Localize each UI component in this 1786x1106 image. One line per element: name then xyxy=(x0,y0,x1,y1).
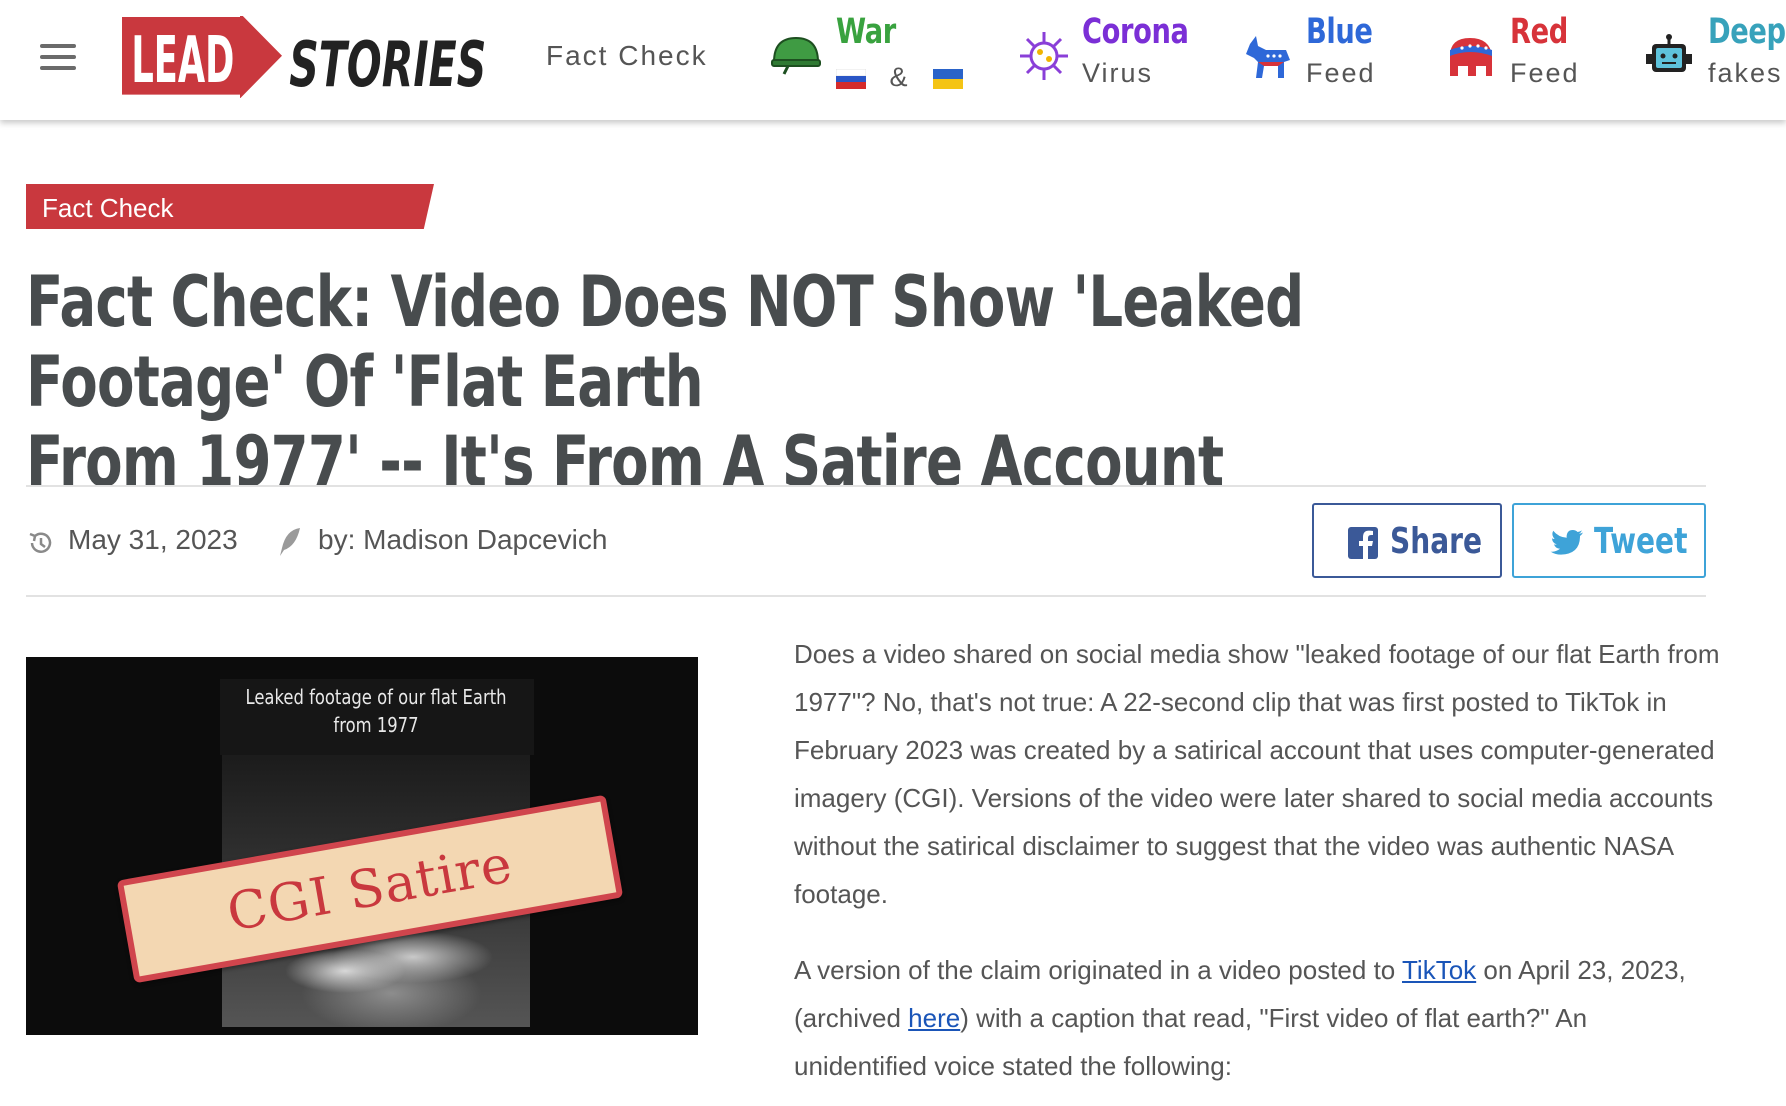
nav-deepfakes-sub: fakes xyxy=(1708,58,1783,88)
nav-deepfakes[interactable]: Deep fakes xyxy=(1646,12,1786,102)
article-thumbnail[interactable]: Leaked footage of our flat Earth from 19… xyxy=(26,657,698,1035)
thumbnail-caption: Leaked footage of our flat Earth from 19… xyxy=(212,683,540,739)
nav-blue-feed[interactable]: Blue Feed xyxy=(1244,12,1404,102)
divider xyxy=(26,485,1706,487)
nav-corona-title: Corona xyxy=(1082,12,1189,52)
publish-date-text: May 31, 2023 xyxy=(68,524,238,555)
tweet-label: Tweet xyxy=(1594,521,1688,562)
menu-icon[interactable] xyxy=(40,44,76,70)
twitter-tweet-button[interactable]: Tweet xyxy=(1512,503,1706,578)
history-icon xyxy=(29,532,52,553)
article-paragraph-1: Does a video shared on social media show… xyxy=(794,639,1720,909)
site-logo[interactable]: LEAD STORIES xyxy=(122,16,488,98)
facebook-share-button[interactable]: Share xyxy=(1312,503,1502,578)
nav-fact-check[interactable]: Fact Check xyxy=(546,40,708,72)
tiktok-link[interactable]: TikTok xyxy=(1402,955,1476,985)
author-text[interactable]: by: Madison Dapcevich xyxy=(318,524,607,556)
elephant-icon xyxy=(1450,38,1492,76)
thumbnail-caption-line-1: Leaked footage of our flat Earth xyxy=(245,685,507,709)
ukraine-flag-icon xyxy=(933,68,964,89)
headline-line-2: From 1977' -- It's From A Satire Account xyxy=(26,421,1224,503)
donkey-icon xyxy=(1246,36,1290,78)
article-paragraph-2: A version of the claim originated in a v… xyxy=(794,946,1724,1090)
robot-icon xyxy=(1646,34,1692,72)
logo-text-right: STORIES xyxy=(289,29,486,98)
facebook-icon xyxy=(1348,527,1378,559)
nav-deepfakes-title: Deep xyxy=(1708,12,1786,52)
archived-here-link[interactable]: here xyxy=(908,1003,960,1033)
nav-red-feed[interactable]: Red Feed xyxy=(1446,12,1606,102)
russia-flag-icon xyxy=(836,68,866,89)
site-header: LEAD STORIES Fact Check War & Corona Vir… xyxy=(0,0,1786,120)
category-tag[interactable]: Fact Check xyxy=(26,184,434,229)
helmet-icon xyxy=(771,36,821,75)
stamp-text: CGI Satire xyxy=(222,834,518,944)
nav-war[interactable]: War & xyxy=(770,12,964,102)
nav-blue-feed-title: Blue xyxy=(1306,12,1373,52)
logo-text-left: LEAD xyxy=(131,23,234,98)
nav-red-feed-title: Red xyxy=(1510,12,1568,52)
twitter-icon xyxy=(1550,530,1583,555)
nav-red-feed-sub: Feed xyxy=(1510,58,1580,88)
divider xyxy=(26,595,1706,597)
quill-icon xyxy=(280,528,300,556)
nav-war-title: War xyxy=(836,12,896,52)
virus-icon xyxy=(1020,32,1068,80)
headline-line-1: Fact Check: Video Does NOT Show 'Leaked … xyxy=(26,261,1304,423)
article-headline: Fact Check: Video Does NOT Show 'Leaked … xyxy=(26,262,1352,502)
thumbnail-caption-line-2: from 1977 xyxy=(333,713,419,737)
nav-war-amp: & xyxy=(889,62,910,92)
nav-blue-feed-sub: Feed xyxy=(1306,58,1376,88)
nav-corona[interactable]: Corona Virus xyxy=(1018,12,1189,102)
share-label: Share xyxy=(1390,521,1483,562)
paragraph-2-text-a: A version of the claim originated in a v… xyxy=(794,955,1403,985)
nav-corona-sub: Virus xyxy=(1082,58,1154,88)
nav-war-sub: & xyxy=(836,62,964,93)
